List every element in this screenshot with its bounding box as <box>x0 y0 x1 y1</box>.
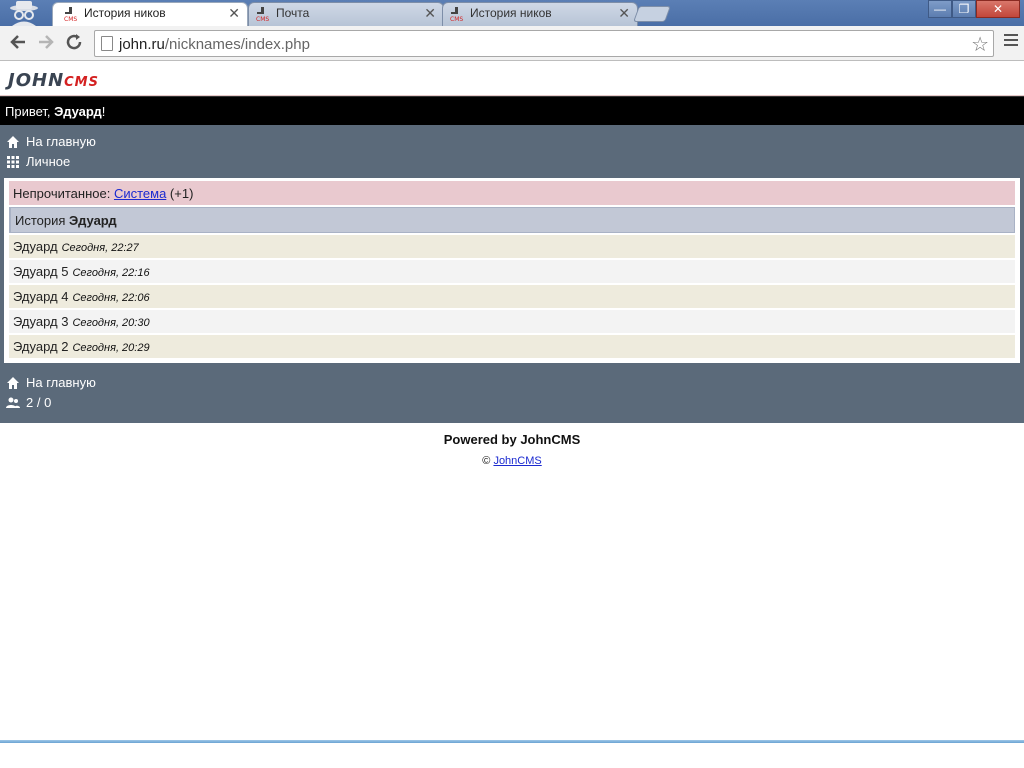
tab-title: История ников <box>470 6 552 20</box>
greeting-username: Эдуард <box>54 104 102 119</box>
web-page: JOHNCMS Привет, Эдуард! На главную Лично… <box>0 62 1024 742</box>
nav-item-home[interactable]: На главную <box>6 132 1018 152</box>
nav-item-personal[interactable]: Личное <box>6 152 1018 172</box>
close-window-button[interactable]: ✕ <box>976 0 1020 18</box>
history-header: История Эдуард <box>9 207 1015 233</box>
tab-inactive[interactable]: CMS Почта ✕ <box>248 2 444 26</box>
powered-by-text: Powered by JohnCMS <box>443 432 581 447</box>
johncms-favicon-icon: CMS <box>450 6 466 23</box>
tab-inactive[interactable]: CMS История ников ✕ <box>442 2 638 26</box>
forward-button[interactable] <box>34 32 58 54</box>
copyright: © JohnCMS <box>482 455 542 467</box>
reload-button[interactable] <box>62 32 86 54</box>
taskbar-edge <box>0 740 1024 743</box>
main-container: Непрочитанное: Система (+1) История Эдуа… <box>0 176 1024 363</box>
browser-menu-icon[interactable] <box>1004 34 1018 48</box>
tab-close-icon[interactable]: ✕ <box>228 5 240 21</box>
content-panel: Непрочитанное: Система (+1) История Эдуа… <box>4 178 1020 363</box>
home-icon <box>6 376 20 390</box>
history-row: Эдуард 2 Сегодня, 20:29 <box>9 335 1015 358</box>
johncms-favicon-icon: CMS <box>64 6 80 23</box>
page-footer: Powered by JohnCMS © JohnCMS <box>0 423 1024 467</box>
maximize-button[interactable]: ❐ <box>952 0 976 18</box>
grid-icon <box>6 155 20 169</box>
history-row: Эдуард 5 Сегодня, 22:16 <box>9 260 1015 283</box>
unread-notice: Непрочитанное: Система (+1) <box>9 181 1015 205</box>
incognito-icon <box>4 0 44 26</box>
minimize-button[interactable]: — <box>928 0 952 18</box>
history-row: Эдуард Сегодня, 22:27 <box>9 235 1015 258</box>
history-row: Эдуард 4 Сегодня, 22:06 <box>9 285 1015 308</box>
site-header: JOHNCMS <box>0 62 1024 96</box>
history-row: Эдуард 3 Сегодня, 20:30 <box>9 310 1015 333</box>
footer-home-link[interactable]: На главную <box>6 373 1018 393</box>
new-tab-button[interactable] <box>633 6 671 22</box>
johncms-favicon-icon: CMS <box>256 6 272 23</box>
address-bar[interactable]: john.ru/nicknames/index.php ☆ <box>94 30 994 57</box>
home-icon <box>6 135 20 149</box>
users-icon <box>6 396 20 410</box>
tab-title: История ников <box>84 6 166 20</box>
forward-arrow-icon <box>39 35 54 49</box>
tab-close-icon[interactable]: ✕ <box>618 5 630 21</box>
footer-navigation: На главную 2 / 0 <box>0 363 1024 423</box>
site-logo[interactable]: JOHNCMS <box>8 70 99 91</box>
copyright-link[interactable]: JohnCMS <box>493 455 541 467</box>
svg-text:CMS: CMS <box>256 16 269 22</box>
url-text: john.ru/nicknames/index.php <box>119 36 310 53</box>
top-navigation: На главную Личное <box>0 125 1024 176</box>
greeting-bar: Привет, Эдуард! <box>0 96 1024 125</box>
page-icon <box>101 36 113 51</box>
online-users-link[interactable]: 2 / 0 <box>6 393 1018 413</box>
tab-close-icon[interactable]: ✕ <box>424 5 436 21</box>
back-arrow-icon <box>10 35 25 49</box>
bookmark-star-icon[interactable]: ☆ <box>971 32 989 57</box>
back-button[interactable] <box>6 32 30 54</box>
tab-title: Почта <box>276 6 310 20</box>
svg-text:CMS: CMS <box>64 16 77 22</box>
svg-text:CMS: CMS <box>450 16 463 22</box>
browser-titlebar: CMS История ников ✕ CMS Почта ✕ CMS Исто… <box>0 0 1024 26</box>
reload-icon <box>66 34 82 50</box>
browser-toolbar: john.ru/nicknames/index.php ☆ <box>0 26 1024 61</box>
tab-active[interactable]: CMS История ников ✕ <box>52 2 248 26</box>
unread-system-link[interactable]: Система <box>114 186 166 201</box>
